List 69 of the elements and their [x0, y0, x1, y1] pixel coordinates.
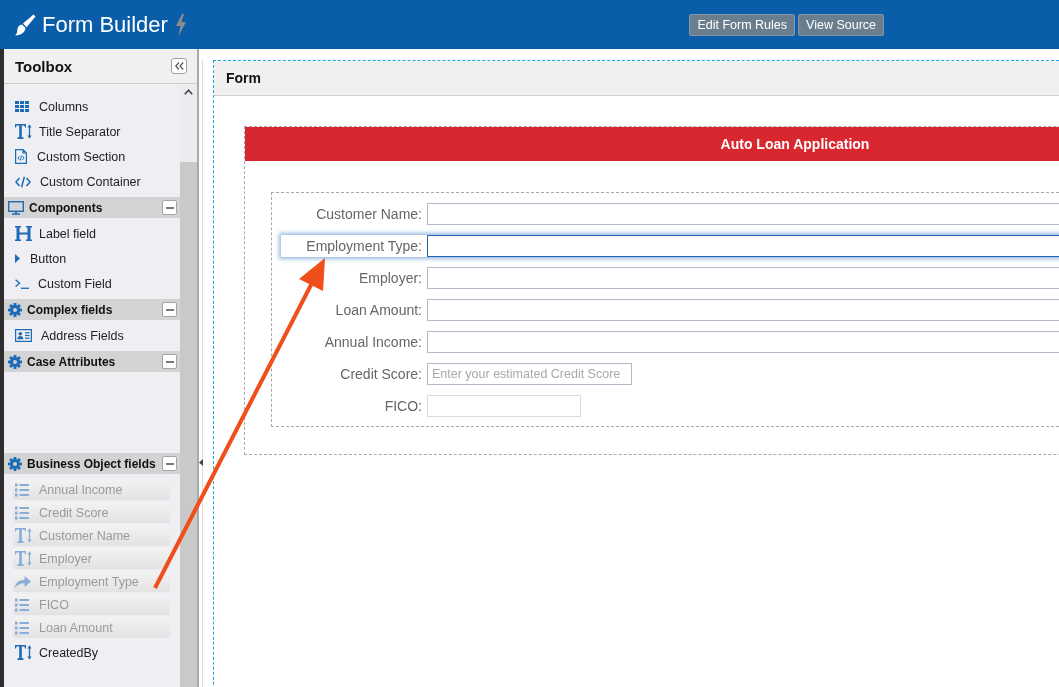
collapse-button[interactable]: [162, 456, 177, 471]
collapse-button[interactable]: [171, 58, 187, 74]
panel-title: Form: [226, 70, 261, 86]
toolbox-item[interactable]: Custom Field: [4, 271, 180, 296]
field-label: FICO:: [384, 398, 422, 414]
numbered-list-icon: [15, 482, 29, 497]
minus-icon: [165, 206, 174, 209]
field-label: Credit Score:: [340, 366, 422, 382]
text-height-icon: [15, 645, 32, 660]
id-card-icon: [15, 329, 32, 342]
text-height-icon: [15, 551, 32, 566]
collapse-button[interactable]: [162, 354, 177, 369]
numbered-list-icon: [15, 597, 29, 612]
double-chevron-left-icon: [174, 62, 184, 70]
field-label: Customer Name:: [316, 206, 422, 222]
text-input[interactable]: [427, 267, 1059, 289]
paintbrush-icon: [14, 13, 36, 36]
field-label: Annual Income:: [324, 334, 422, 350]
text-height-icon: [15, 528, 32, 543]
collapse-button[interactable]: [162, 200, 177, 215]
text-input[interactable]: [427, 299, 1059, 321]
text-input[interactable]: [427, 235, 1059, 257]
minus-icon: [165, 462, 174, 465]
grid-icon: [15, 101, 29, 112]
section-title: Components: [29, 200, 103, 215]
section-title: Case Attributes: [27, 354, 116, 369]
minus-icon: [165, 360, 174, 363]
panel-title: Toolbox: [15, 57, 73, 75]
text-input[interactable]: [427, 203, 1059, 225]
section-header[interactable]: Complex fields: [4, 299, 180, 320]
toolbox-item[interactable]: Custom Container: [4, 169, 180, 194]
section-header[interactable]: Components: [4, 197, 180, 218]
minus-icon: [165, 308, 174, 311]
toolbox-item[interactable]: Title Separator: [4, 119, 180, 144]
heading-icon: [15, 226, 32, 241]
section-title: Complex fields: [27, 302, 113, 317]
text-input[interactable]: Enter your estimated Credit Score: [427, 363, 632, 385]
toolbox-item[interactable]: CreatedBy: [4, 640, 180, 665]
field-label: Employment Type:: [306, 238, 422, 254]
text-height-icon: [15, 124, 32, 139]
collapse-button[interactable]: [162, 302, 177, 317]
toolbox-item[interactable]: Label field: [4, 221, 180, 246]
terminal-icon: [15, 278, 29, 289]
text-input[interactable]: [427, 331, 1059, 353]
toolbox-item[interactable]: Button: [4, 246, 180, 271]
numbered-list-icon: [15, 620, 29, 635]
toolbox-item[interactable]: Custom Section: [4, 144, 180, 169]
gear-icon: [8, 456, 22, 471]
section-title-bar: Auto Loan Application: [245, 127, 1059, 161]
app-title: Form Builder: [42, 11, 168, 38]
toolbar-button[interactable]: Edit Form Rules: [689, 13, 796, 36]
monitor-icon: [8, 200, 24, 215]
section-header[interactable]: Case Attributes: [4, 351, 180, 372]
toolbar-button[interactable]: View Source: [798, 13, 884, 36]
field-label: Loan Amount:: [335, 302, 422, 318]
field-label: Employer:: [358, 270, 422, 286]
caret-right-icon: [15, 254, 20, 263]
section-title: Business Object fields: [27, 456, 156, 471]
code-file-icon: [15, 149, 27, 164]
toolbox-item[interactable]: Columns: [4, 94, 180, 119]
gear-icon: [8, 354, 22, 369]
gear-icon: [8, 302, 22, 317]
code-icon: [15, 175, 31, 188]
chevron-up-icon[interactable]: [184, 89, 193, 95]
share-arrow-icon: [15, 575, 31, 588]
lightning-icon: [174, 13, 187, 36]
section-header[interactable]: Business Object fields: [4, 453, 180, 474]
numbered-list-icon: [15, 505, 29, 520]
toolbox-item[interactable]: Address Fields: [4, 323, 180, 348]
